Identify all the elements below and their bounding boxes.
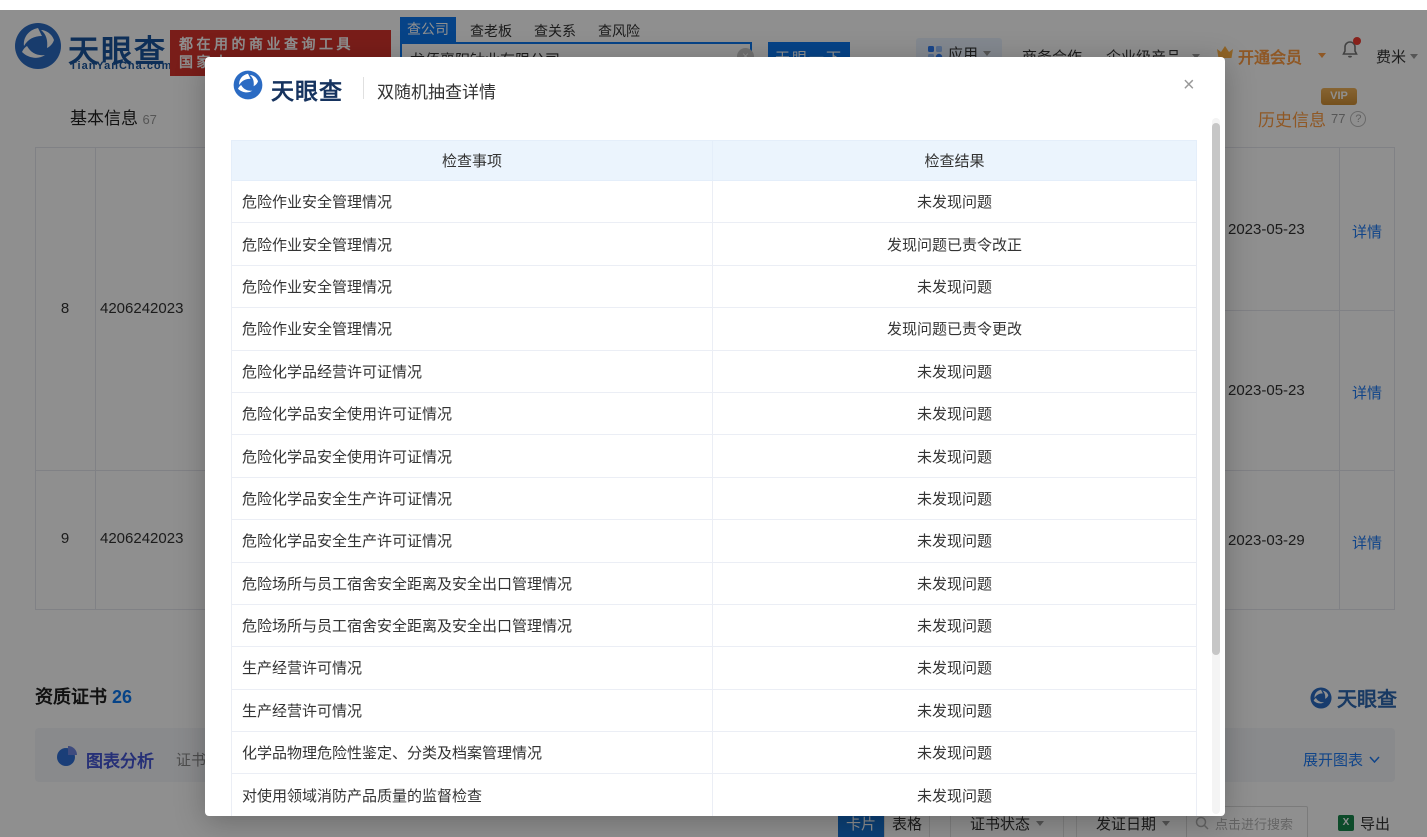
inspection-result-cell: 未发现问题 [713,435,1197,477]
table-row: 危险作业安全管理情况 未发现问题 [232,265,1197,307]
inspection-item-cell: 生产经营许可情况 [232,647,713,689]
modal-brand: 天眼查 [271,72,343,106]
inspection-item-cell: 危险化学品安全使用许可证情况 [232,435,713,477]
table-row: 生产经营许可情况 未发现问题 [232,689,1197,731]
table-row: 危险化学品安全生产许可证情况 未发现问题 [232,477,1197,519]
inspection-item-cell: 危险化学品安全使用许可证情况 [232,392,713,434]
inspection-item-cell: 危险作业安全管理情况 [232,308,713,350]
inspection-item-cell: 危险场所与员工宿舍安全距离及安全出口管理情况 [232,562,713,604]
table-row: 危险场所与员工宿舍安全距离及安全出口管理情况 未发现问题 [232,604,1197,646]
inspection-table-body: 危险作业安全管理情况 未发现问题 危险作业安全管理情况 发现问题已责令改正 危险… [232,181,1197,817]
inspection-result-cell: 未发现问题 [713,477,1197,519]
inspection-result-cell: 未发现问题 [713,265,1197,307]
inspection-item-cell: 危险化学品安全生产许可证情况 [232,477,713,519]
table-row: 危险作业安全管理情况 发现问题已责令改正 [232,223,1197,265]
inspection-item-cell: 化学品物理危险性鉴定、分类及档案管理情况 [232,732,713,774]
inspection-result-cell: 发现问题已责令更改 [713,308,1197,350]
table-row: 危险化学品经营许可证情况 未发现问题 [232,350,1197,392]
inspection-item-cell: 危险场所与员工宿舍安全距离及安全出口管理情况 [232,604,713,646]
table-row: 化学品物理危险性鉴定、分类及档案管理情况 未发现问题 [232,732,1197,774]
inspection-result-cell: 未发现问题 [713,520,1197,562]
column-header-result: 检查结果 [713,141,1197,181]
table-row: 危险作业安全管理情况 发现问题已责令更改 [232,308,1197,350]
modal-header-divider [363,77,364,99]
inspection-table-header-row: 检查事项 检查结果 [232,141,1197,181]
table-row: 危险作业安全管理情况 未发现问题 [232,181,1197,223]
inspection-item-cell: 对使用领域消防产品质量的监督检查 [232,774,713,816]
inspection-result-cell: 未发现问题 [713,562,1197,604]
inspection-result-cell: 未发现问题 [713,604,1197,646]
inspection-result-cell: 未发现问题 [713,181,1197,223]
table-row: 危险化学品安全使用许可证情况 未发现问题 [232,435,1197,477]
table-row: 危险化学品安全生产许可证情况 未发现问题 [232,520,1197,562]
column-header-item: 检查事项 [232,141,713,181]
inspection-item-cell: 危险作业安全管理情况 [232,223,713,265]
page: 天眼查 TianYanCha.com 都在用的商业查询工具 国家中 查公司 查老… [0,0,1427,837]
inspection-result-cell: 未发现问题 [713,732,1197,774]
inspection-table: 检查事项 检查结果 危险作业安全管理情况 未发现问题 危险作业安全管理情况 发现… [231,140,1197,816]
close-icon[interactable]: × [1183,75,1195,95]
inspection-result-cell: 未发现问题 [713,392,1197,434]
inspection-result-cell: 未发现问题 [713,350,1197,392]
inspection-result-cell: 未发现问题 [713,774,1197,816]
table-row: 生产经营许可情况 未发现问题 [232,647,1197,689]
modal-title: 双随机抽查详情 [377,78,496,103]
inspection-item-cell: 生产经营许可情况 [232,689,713,731]
inspection-result-cell: 未发现问题 [713,689,1197,731]
inspection-item-cell: 危险作业安全管理情况 [232,265,713,307]
inspection-detail-modal: 天眼查 双随机抽查详情 × 检查事项 检查结果 危险作业安全管理情况 未发现问题… [205,57,1225,816]
table-row: 危险场所与员工宿舍安全距离及安全出口管理情况 未发现问题 [232,562,1197,604]
inspection-result-cell: 发现问题已责令改正 [713,223,1197,265]
inspection-item-cell: 危险作业安全管理情况 [232,181,713,223]
modal-scrollbar-thumb[interactable] [1212,123,1220,655]
table-row: 对使用领域消防产品质量的监督检查 未发现问题 [232,774,1197,816]
table-row: 危险化学品安全使用许可证情况 未发现问题 [232,392,1197,434]
inspection-item-cell: 危险化学品经营许可证情况 [232,350,713,392]
tianyancha-modal-logo-icon [233,70,263,100]
inspection-item-cell: 危险化学品安全生产许可证情况 [232,520,713,562]
inspection-result-cell: 未发现问题 [713,647,1197,689]
